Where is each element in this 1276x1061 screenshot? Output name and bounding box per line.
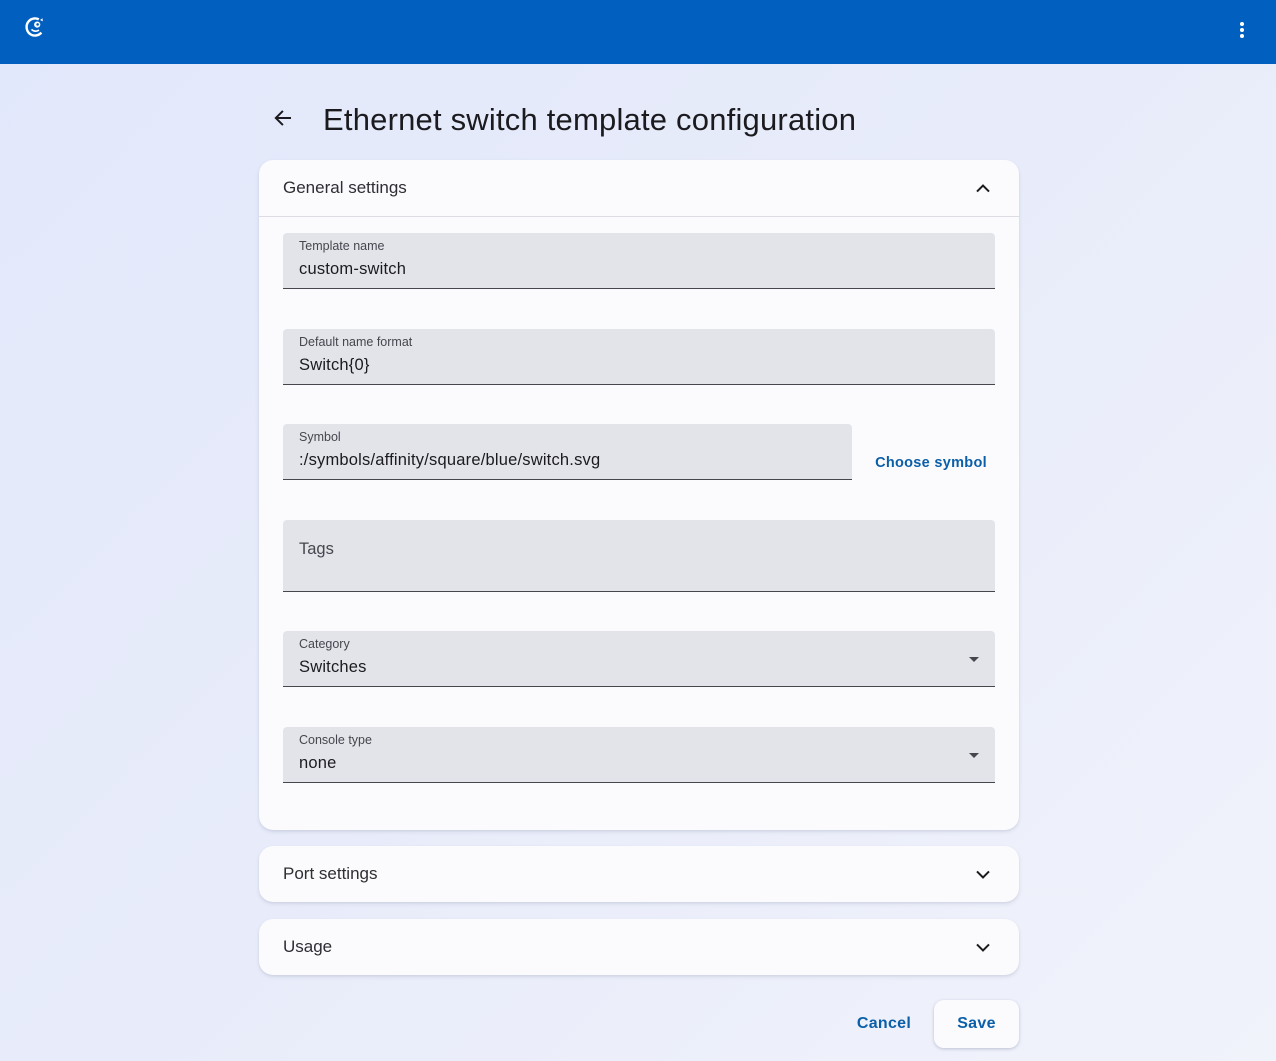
usage-header[interactable]: Usage xyxy=(259,919,1019,975)
template-name-label: Template name xyxy=(299,239,385,253)
symbol-value: :/symbols/affinity/square/blue/switch.sv… xyxy=(299,451,601,469)
tags-placeholder: Tags xyxy=(299,540,334,558)
general-settings-title: General settings xyxy=(283,178,407,197)
chevron-down-icon xyxy=(971,862,995,886)
category-select[interactable]: Category Switches xyxy=(283,631,995,687)
more-options-button[interactable] xyxy=(1228,18,1256,46)
panel-divider xyxy=(259,216,1019,217)
tags-field[interactable]: Tags xyxy=(283,520,995,592)
symbol-field[interactable]: Symbol :/symbols/affinity/square/blue/sw… xyxy=(283,424,852,480)
general-settings-header[interactable]: General settings xyxy=(259,160,1019,216)
template-name-value: custom-switch xyxy=(299,260,407,278)
port-settings-title: Port settings xyxy=(283,864,378,883)
usage-panel: Usage xyxy=(259,919,1019,975)
form-actions: Cancel Save xyxy=(838,1000,1019,1048)
console-type-label: Console type xyxy=(299,733,372,747)
save-button[interactable]: Save xyxy=(934,1000,1019,1048)
category-value: Switches xyxy=(299,658,367,676)
default-name-format-label: Default name format xyxy=(299,335,413,349)
chevron-up-icon xyxy=(971,176,995,200)
chevron-down-icon xyxy=(971,935,995,959)
choose-symbol-button[interactable]: Choose symbol xyxy=(865,443,997,483)
console-type-select[interactable]: Console type none xyxy=(283,727,995,783)
dropdown-arrow-icon xyxy=(969,753,979,758)
arrow-back-icon xyxy=(274,109,292,132)
console-type-value: none xyxy=(299,754,337,772)
back-button[interactable] xyxy=(259,96,307,144)
category-label: Category xyxy=(299,637,350,651)
usage-title: Usage xyxy=(283,937,333,956)
default-name-format-value: Switch{0} xyxy=(299,356,370,374)
port-settings-panel: Port settings xyxy=(259,846,1019,902)
symbol-label: Symbol xyxy=(299,430,341,444)
template-name-field[interactable]: Template name custom-switch xyxy=(283,233,995,289)
page-title: Ethernet switch template configuration xyxy=(323,102,857,137)
general-settings-panel: General settings Template name custom-sw… xyxy=(259,160,1019,830)
page-header: Ethernet switch template configuration xyxy=(259,96,856,144)
dropdown-arrow-icon xyxy=(969,657,979,662)
gns3-logo-icon[interactable] xyxy=(23,15,47,39)
top-toolbar xyxy=(0,0,1276,64)
cancel-button[interactable]: Cancel xyxy=(838,1004,930,1044)
more-vert-icon xyxy=(1239,21,1245,44)
port-settings-header[interactable]: Port settings xyxy=(259,846,1019,902)
default-name-format-field[interactable]: Default name format Switch{0} xyxy=(283,329,995,385)
